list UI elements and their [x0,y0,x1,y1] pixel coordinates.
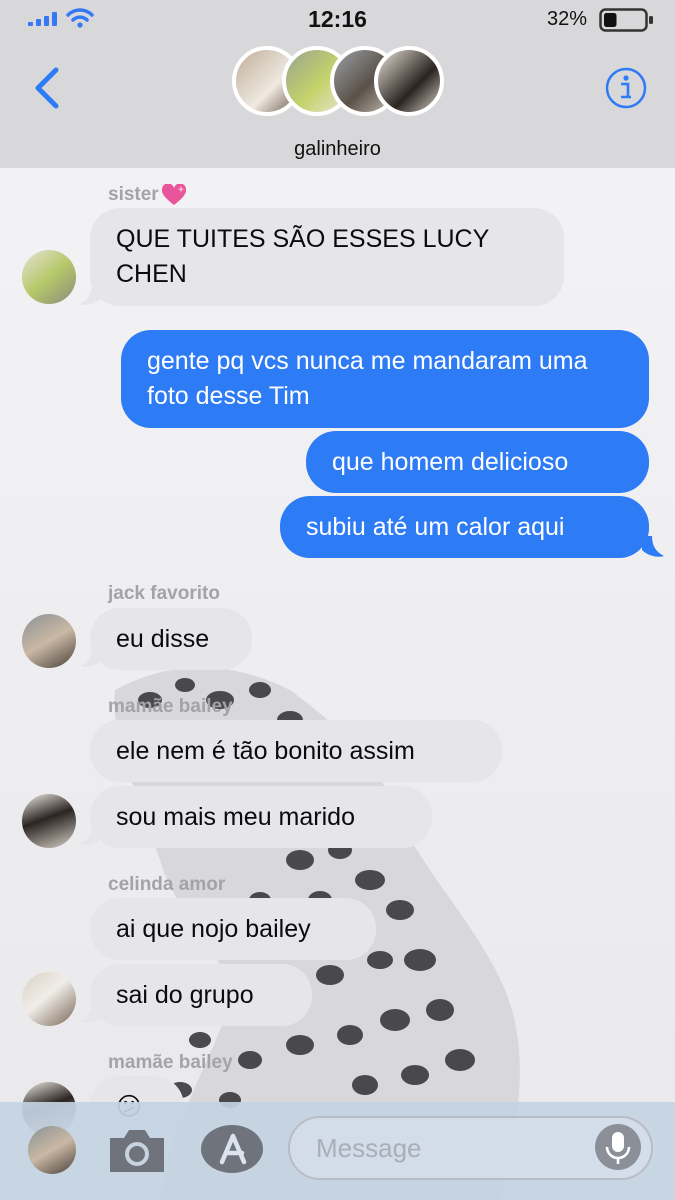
microphone-icon [605,1132,631,1164]
avatar [374,46,444,116]
chevron-left-icon [35,67,59,109]
outgoing-message-bubble[interactable]: gente pq vcs nunca me mandaram uma foto … [121,330,649,428]
battery-percentage: 32% [546,8,587,30]
sender-label: celinda amor [108,874,226,895]
avatar[interactable] [28,1126,76,1174]
outgoing-message-bubble[interactable]: que homem delicioso [306,431,649,493]
camera-icon [110,1130,164,1172]
avatar[interactable] [22,614,76,668]
sender-label: mamãe bailey [108,1052,233,1073]
group-name[interactable]: galinheiro [0,138,675,161]
group-avatars[interactable] [232,46,444,126]
sender-label: sister [108,184,187,206]
sender-label: mamãe bailey [108,696,233,717]
sender-label: jack favorito [108,583,220,604]
avatar[interactable] [22,250,76,304]
avatar[interactable] [22,794,76,848]
microphone-button[interactable] [595,1124,641,1170]
message-placeholder: Message [316,1133,422,1163]
incoming-message-bubble[interactable]: QUE TUITES SÃO ESSES LUCY CHEN [90,208,564,306]
app-store-button[interactable] [200,1124,264,1174]
battery-icon [599,8,653,32]
message-input[interactable]: Message [288,1116,653,1180]
sparkling-heart-icon [161,184,186,205]
camera-button[interactable] [106,1124,168,1176]
status-bar: 12:16 32% [0,0,675,40]
info-icon [605,67,647,109]
avatar[interactable] [22,972,76,1026]
app-store-icon [201,1125,263,1173]
info-button[interactable] [604,66,648,110]
back-button[interactable] [30,66,66,110]
incoming-message-bubble[interactable]: ele nem é tão bonito assim [90,720,502,782]
incoming-message-bubble[interactable]: sou mais meu marido [90,786,432,848]
incoming-message-bubble[interactable]: ai que nojo bailey [90,898,376,960]
outgoing-message-bubble[interactable]: subiu até um calor aqui [280,496,649,558]
incoming-message-bubble[interactable]: sai do grupo [90,964,312,1026]
compose-bar: Message [0,1102,675,1200]
incoming-message-bubble[interactable]: eu disse [90,608,252,670]
